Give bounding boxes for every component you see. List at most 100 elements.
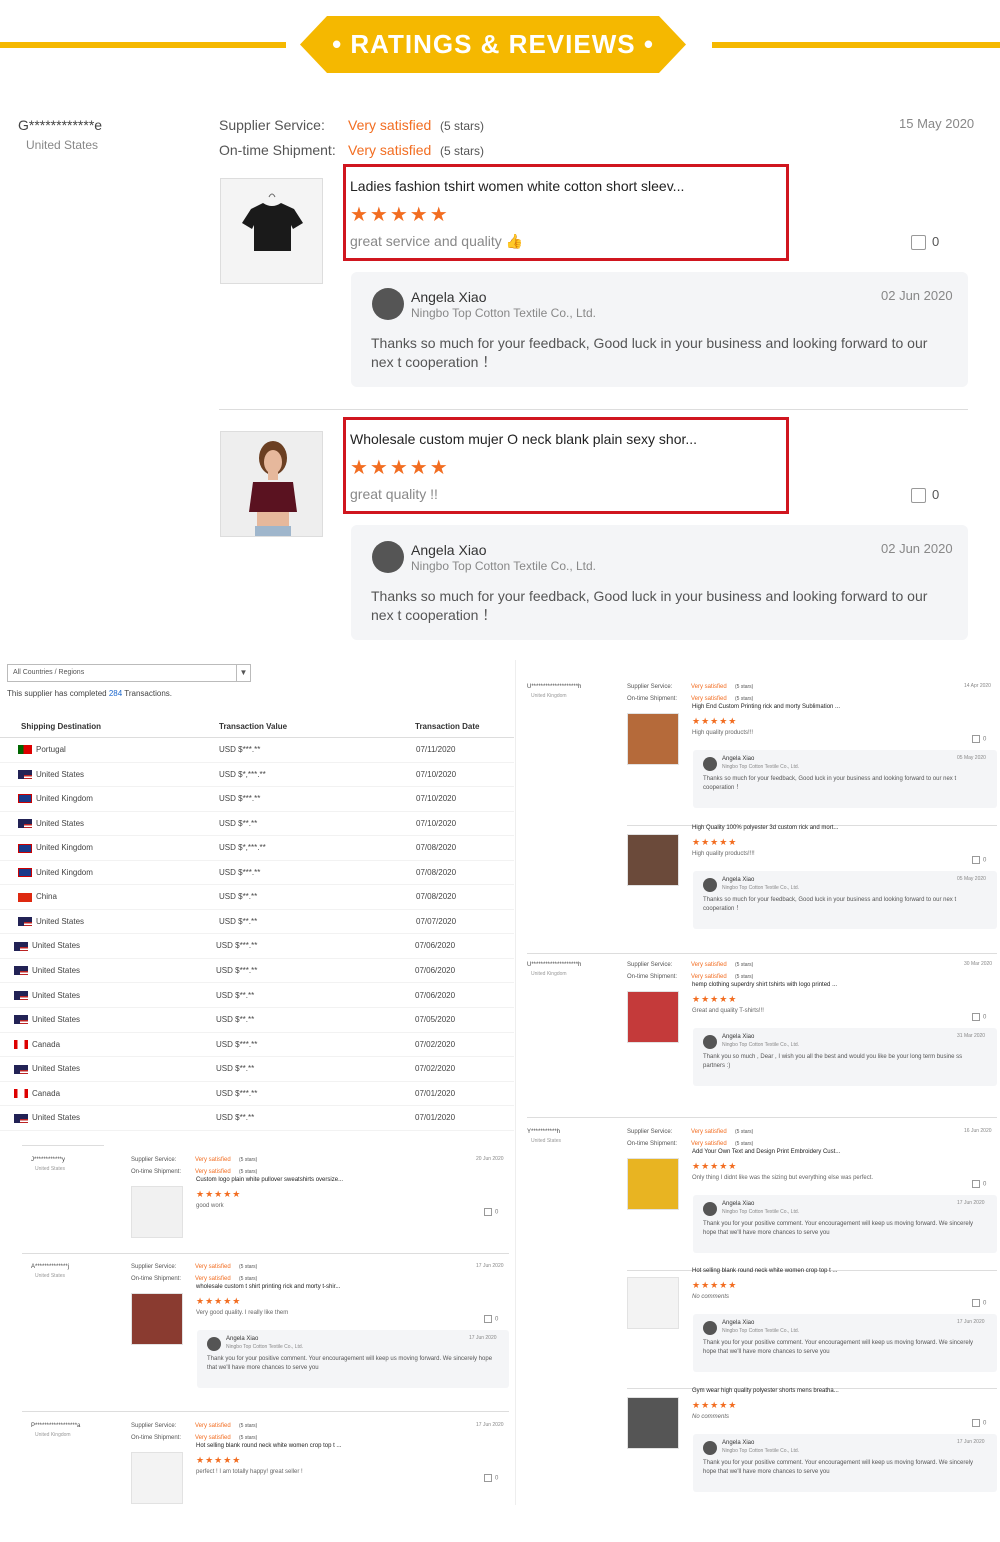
reply-name: Angela Xiao: [411, 542, 487, 558]
shipment-label: On-time Shipment:: [131, 1169, 182, 1175]
transactions-header: Shipping Destination Transaction Value T…: [0, 714, 514, 738]
supplier-service-rating: Very satisfied: [348, 117, 432, 133]
product-stars: ★★★★★: [196, 1455, 242, 1465]
like-button[interactable]: 0: [972, 1299, 986, 1307]
product-title[interactable]: Ladies fashion tshirt women white cotton…: [350, 178, 684, 194]
product-image[interactable]: [627, 1397, 679, 1449]
ratings-banner: • RATINGS & REVIEWS •: [300, 16, 686, 73]
transaction-row: Portugal USD $***.** 07/11/2020: [0, 738, 514, 763]
like-button[interactable]: 0: [972, 735, 986, 743]
like-button[interactable]: 0: [484, 1208, 498, 1216]
destination-cell: China: [18, 892, 57, 902]
date-cell: 07/08/2020: [416, 843, 457, 853]
date-cell: 07/10/2020: [416, 818, 457, 828]
transaction-row: United States USD $**.** 07/05/2020: [0, 1008, 514, 1033]
like-count: 0: [495, 1316, 499, 1323]
country-name: Portugal: [36, 745, 66, 754]
country-filter-select[interactable]: All Countries / Regions ▼: [7, 664, 251, 682]
like-button[interactable]: 0: [484, 1474, 498, 1482]
reply-text: Thank you for your positive comment. You…: [703, 1340, 974, 1355]
product-title[interactable]: Custom logo plain white pullover sweatsh…: [196, 1177, 343, 1183]
reply-name: Angela Xiao: [722, 756, 755, 762]
like-button[interactable]: 0: [484, 1315, 498, 1323]
product-image[interactable]: [627, 713, 679, 765]
like-button[interactable]: 0: [972, 1013, 986, 1021]
reviewer-name: G************e: [18, 117, 103, 133]
review-comment: Very good quality. I really like them: [196, 1310, 289, 1316]
product-image[interactable]: [627, 991, 679, 1043]
like-button[interactable]: 0: [972, 1180, 986, 1188]
transaction-row: Canada USD $***.** 07/01/2020: [0, 1082, 514, 1107]
shipment-label: On-time Shipment:: [219, 142, 336, 158]
supplier-service-label: Supplier Service:: [627, 962, 673, 968]
review-comment: good work: [196, 1203, 224, 1209]
country-name: United States: [32, 941, 81, 951]
country-filter-value: All Countries / Regions: [13, 669, 85, 676]
transaction-row: United States USD $*,***.** 07/10/2020: [0, 763, 514, 788]
reply-date: 02 Jun 2020: [881, 288, 953, 303]
shipment-stars: (5 stars): [735, 696, 754, 702]
divider: [527, 1117, 997, 1118]
like-button[interactable]: 0: [911, 234, 939, 251]
supplier-service-stars: (5 stars): [735, 962, 754, 968]
transaction-row: United States USD $***.** 07/06/2020: [0, 959, 514, 984]
product-image[interactable]: [131, 1293, 183, 1345]
product-image[interactable]: [627, 1158, 679, 1210]
product-image[interactable]: [627, 1277, 679, 1329]
like-count: 0: [983, 1300, 987, 1307]
reply-company: Ningbo Top Cotton Textile Co., Ltd.: [722, 764, 800, 770]
like-button[interactable]: 0: [972, 1419, 986, 1427]
review-date: 20 Jun 2020: [476, 1156, 504, 1162]
product-title[interactable]: High End Custom Printing rick and morty …: [692, 704, 840, 710]
date-cell: 07/06/2020: [415, 941, 456, 951]
like-count: 0: [983, 1420, 987, 1427]
product-image[interactable]: [627, 834, 679, 886]
divider: [219, 409, 968, 410]
destination-cell: United Kingdom: [18, 843, 93, 853]
country-name: United Kingdom: [36, 843, 93, 853]
country-name: Canada: [32, 1088, 61, 1098]
review-date: 14 Apr 2020: [964, 683, 991, 689]
review-comment: great service and quality 👍: [350, 233, 524, 249]
value-cell: USD $***.**: [219, 867, 261, 877]
review-date: 17 Jun 2020: [476, 1263, 504, 1269]
value-cell: USD $***.**: [219, 794, 261, 804]
product-image-crop-top-model[interactable]: [220, 431, 323, 537]
product-title[interactable]: Hot selling blank round neck white women…: [692, 1268, 837, 1274]
supplier-service-stars: (5 stars): [440, 119, 485, 133]
product-title[interactable]: hemp clothing superdry shirt tshirts wit…: [692, 982, 837, 988]
date-cell: 07/05/2020: [415, 1015, 456, 1025]
reviewer-country: United States: [35, 1273, 66, 1279]
product-title[interactable]: High Quality 100% polyester 3d custom ri…: [692, 825, 838, 831]
supplier-service-stars: (5 stars): [239, 1157, 258, 1163]
shipment-rating: Very satisfied: [195, 1435, 231, 1441]
reply-date: 17 Jun 2020: [957, 1439, 985, 1445]
product-image[interactable]: [131, 1452, 183, 1504]
uk-flag-icon: [18, 868, 32, 878]
uk-flag-icon: [18, 843, 32, 853]
value-cell: USD $**.**: [216, 1113, 255, 1123]
reply-company: Ningbo Top Cotton Textile Co., Ltd.: [226, 1344, 304, 1350]
like-button[interactable]: 0: [911, 487, 939, 504]
product-title[interactable]: Gym wear high quality polyester shorts m…: [692, 1388, 839, 1394]
product-stars: ★★★★★: [692, 837, 738, 847]
reviewer-name: J************y: [31, 1157, 66, 1163]
product-title[interactable]: wholesale custom t shirt printing rick a…: [196, 1284, 340, 1290]
product-title[interactable]: Hot selling blank round neck white women…: [196, 1443, 341, 1449]
date-cell: 07/01/2020: [415, 1113, 456, 1123]
reply-text: Thank you for your positive comment. You…: [207, 1356, 493, 1371]
reply-name: Angela Xiao: [226, 1336, 259, 1342]
avatar: [703, 878, 717, 892]
shipment-label: On-time Shipment:: [627, 1141, 678, 1147]
supplier-service-rating: Very satisfied: [691, 962, 727, 968]
product-image-black-tshirt[interactable]: [220, 178, 323, 284]
product-image[interactable]: [131, 1186, 183, 1238]
value-cell: USD $*,***.**: [219, 769, 266, 779]
like-button[interactable]: 0: [972, 856, 986, 864]
reply-name: Angela Xiao: [411, 289, 487, 305]
value-cell: USD $**.**: [219, 818, 258, 828]
product-title[interactable]: Wholesale custom mujer O neck blank plai…: [350, 431, 697, 447]
date-cell: 07/08/2020: [416, 867, 457, 877]
transaction-row: United Kingdom USD $***.** 07/10/2020: [0, 787, 514, 812]
product-title[interactable]: Add Your Own Text and Design Print Embro…: [692, 1149, 840, 1155]
